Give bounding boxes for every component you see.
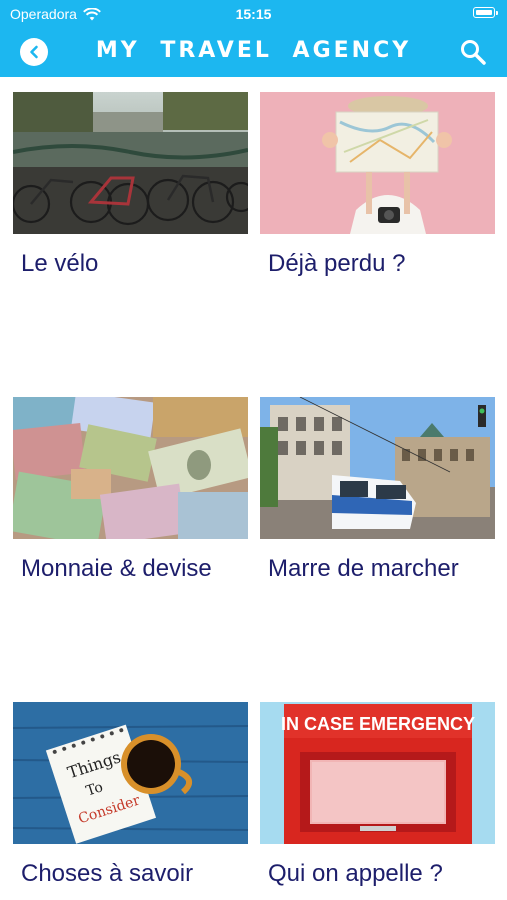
emergency-image: IN CASE EMERGENCY (260, 702, 495, 844)
money-image (13, 397, 248, 539)
battery-icon (473, 7, 498, 18)
card-transport[interactable]: Marre de marcher (260, 397, 495, 582)
search-icon[interactable] (459, 38, 487, 66)
card-bicycle[interactable]: Le vélo (13, 92, 248, 277)
tram-image (260, 397, 495, 539)
bicycle-image (13, 92, 248, 234)
status-bar: Operadora 15:15 (0, 0, 507, 28)
card-label: Déjà perdu ? (268, 250, 406, 277)
emergency-sign-text: IN CASE EMERGENCY (281, 714, 475, 734)
card-emergency[interactable]: IN CASE EMERGENCY Qui on appelle ? (260, 702, 495, 887)
card-label: Le vélo (21, 250, 99, 277)
page-title: MY TRAVEL AGENCY (95, 38, 412, 63)
card-label: Marre de marcher (268, 555, 459, 582)
app-header: Operadora 15:15 MY TRAVEL AGENCY (0, 0, 507, 77)
tips-image: Things To Consider (13, 702, 248, 844)
card-lost[interactable]: Déjà perdu ? (260, 92, 495, 277)
card-label: Qui on appelle ? (268, 860, 443, 887)
map-image (260, 92, 495, 234)
card-money[interactable]: Monnaie & devise (13, 397, 248, 582)
status-time: 15:15 (235, 6, 272, 22)
card-label: Monnaie & devise (21, 555, 212, 582)
card-label: Choses à savoir (21, 860, 194, 887)
card-tips[interactable]: Things To Consider Choses à savoir (13, 702, 248, 887)
